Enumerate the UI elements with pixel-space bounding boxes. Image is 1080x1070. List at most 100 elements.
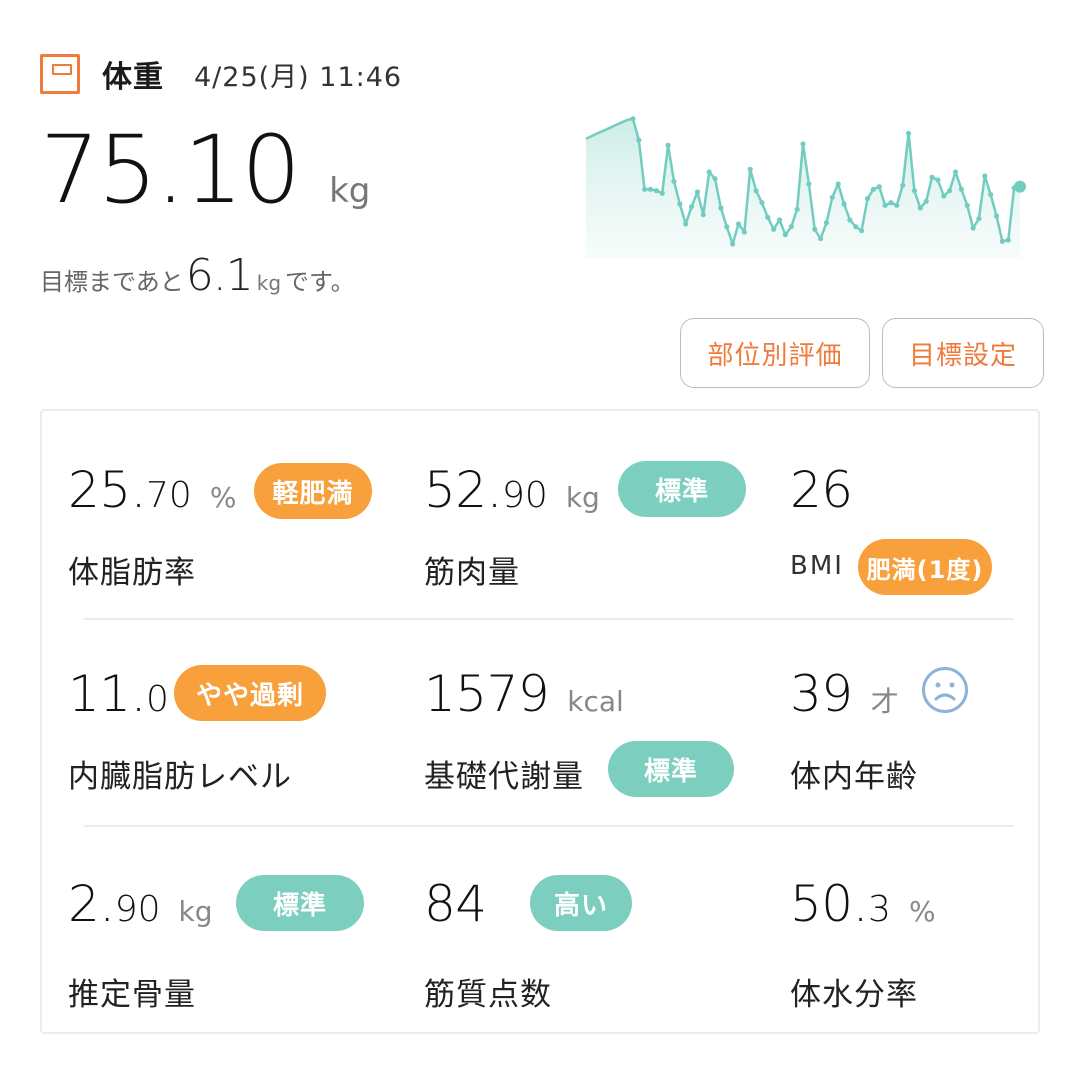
trend-point <box>935 177 941 183</box>
metric-value: 39 <box>790 665 853 723</box>
trend-point <box>671 178 677 184</box>
metric-label: 筋質点数 <box>424 977 552 1013</box>
trend-point <box>700 212 706 218</box>
status-badge: 高い <box>530 875 632 931</box>
trend-point <box>688 204 695 210</box>
weight-value: 75.10 <box>40 116 301 225</box>
metric-decimal: 0 <box>146 679 169 720</box>
page-title: 体重 <box>102 60 164 95</box>
trend-point <box>853 224 859 230</box>
trend-point <box>993 213 1000 219</box>
trend-point <box>636 137 642 143</box>
trend-point <box>911 188 918 194</box>
goal-suffix: です。 <box>285 268 355 296</box>
metric-value: 50. <box>790 875 869 933</box>
metric-value: 11. <box>68 665 147 723</box>
metric-value: 25. <box>68 461 147 519</box>
metric-label: 基礎代謝量 <box>424 759 584 795</box>
metric-decimal: 3 <box>868 889 891 930</box>
trend-point <box>712 176 718 182</box>
metric-unit: % <box>908 895 936 928</box>
trend-point <box>794 206 800 212</box>
metric-value: 26 <box>790 461 853 519</box>
trend-point <box>894 202 900 208</box>
goal-value: 6.1 <box>185 250 254 301</box>
row-divider <box>84 618 1014 620</box>
trend-point <box>958 186 964 192</box>
part-evaluation-button[interactable]: 部位別評価 <box>680 318 870 388</box>
metric-unit: kg <box>178 895 213 928</box>
trend-point <box>730 241 736 247</box>
metric-label: BMI <box>790 551 844 581</box>
trend-point <box>929 174 935 180</box>
weight-readout: 75.10 kg <box>40 116 370 225</box>
metric-label: 筋肉量 <box>424 555 520 591</box>
trend-point <box>905 130 912 136</box>
trend-point <box>771 226 777 232</box>
trend-point <box>659 190 665 196</box>
metric-unit: kcal <box>567 685 624 718</box>
goal-remaining: 目標まであと 6.1 kg です。 <box>40 250 355 301</box>
trend-point <box>882 202 888 208</box>
metric-value: 2. <box>68 875 115 933</box>
trend-point <box>806 181 812 187</box>
metric-value: 84 <box>424 875 487 933</box>
trend-point <box>823 220 830 226</box>
trend-point <box>970 225 976 231</box>
sad-face-icon <box>922 667 968 713</box>
trend-point <box>982 173 988 179</box>
trend-point <box>647 186 654 192</box>
status-badge: 軽肥満 <box>254 463 372 519</box>
metric-unit: 才 <box>870 685 899 718</box>
scale-icon <box>40 54 80 94</box>
trend-point <box>800 141 806 147</box>
metric-value: 52. <box>424 461 503 519</box>
goal-prefix: 目標まであと <box>40 268 184 296</box>
trend-point <box>683 221 689 227</box>
metric-label: 内臓脂肪レベル <box>68 759 292 795</box>
trend-point <box>812 226 818 232</box>
trend-point <box>835 181 841 187</box>
trend-point <box>747 166 753 172</box>
trend-point <box>988 192 994 198</box>
trend-point <box>900 182 906 188</box>
metric-decimal: 90 <box>114 889 161 930</box>
metric-unit: % <box>209 481 237 514</box>
trend-point <box>765 214 771 220</box>
trend-point <box>759 200 765 206</box>
trend-point <box>952 169 959 175</box>
trend-point <box>859 228 865 234</box>
trend-point <box>841 201 847 207</box>
trend-point <box>753 188 759 194</box>
status-badge: 標準 <box>608 741 734 797</box>
trend-point <box>847 217 853 223</box>
metric-unit: kg <box>565 481 600 514</box>
trend-point <box>864 196 871 202</box>
trend-point <box>653 188 659 194</box>
trend-point <box>923 198 929 204</box>
trend-point <box>999 238 1006 244</box>
row-divider <box>84 825 1014 827</box>
trend-point <box>665 142 671 148</box>
trend-point <box>630 116 636 122</box>
metric-label: 推定骨量 <box>68 977 196 1013</box>
trend-point <box>776 217 783 223</box>
weight-unit: kg <box>329 171 371 211</box>
trend-latest-point <box>1014 180 1026 193</box>
trend-point <box>642 186 648 192</box>
status-badge: 標準 <box>236 875 364 931</box>
trend-point <box>976 216 982 222</box>
weight-trend-chart[interactable] <box>584 108 1030 258</box>
goal-unit: kg <box>256 271 282 295</box>
measurement-date: 4/25(月) 11:46 <box>194 61 403 93</box>
trend-point <box>947 188 953 194</box>
status-badge: 標準 <box>618 461 746 517</box>
trend-point <box>706 169 712 175</box>
metric-decimal: 90 <box>502 475 548 516</box>
trend-point <box>817 236 824 242</box>
trend-point <box>718 205 724 211</box>
goal-setting-button[interactable]: 目標設定 <box>882 318 1044 388</box>
trend-point <box>964 202 970 208</box>
trend-point <box>829 194 835 200</box>
status-badge: やや過剰 <box>174 665 326 721</box>
